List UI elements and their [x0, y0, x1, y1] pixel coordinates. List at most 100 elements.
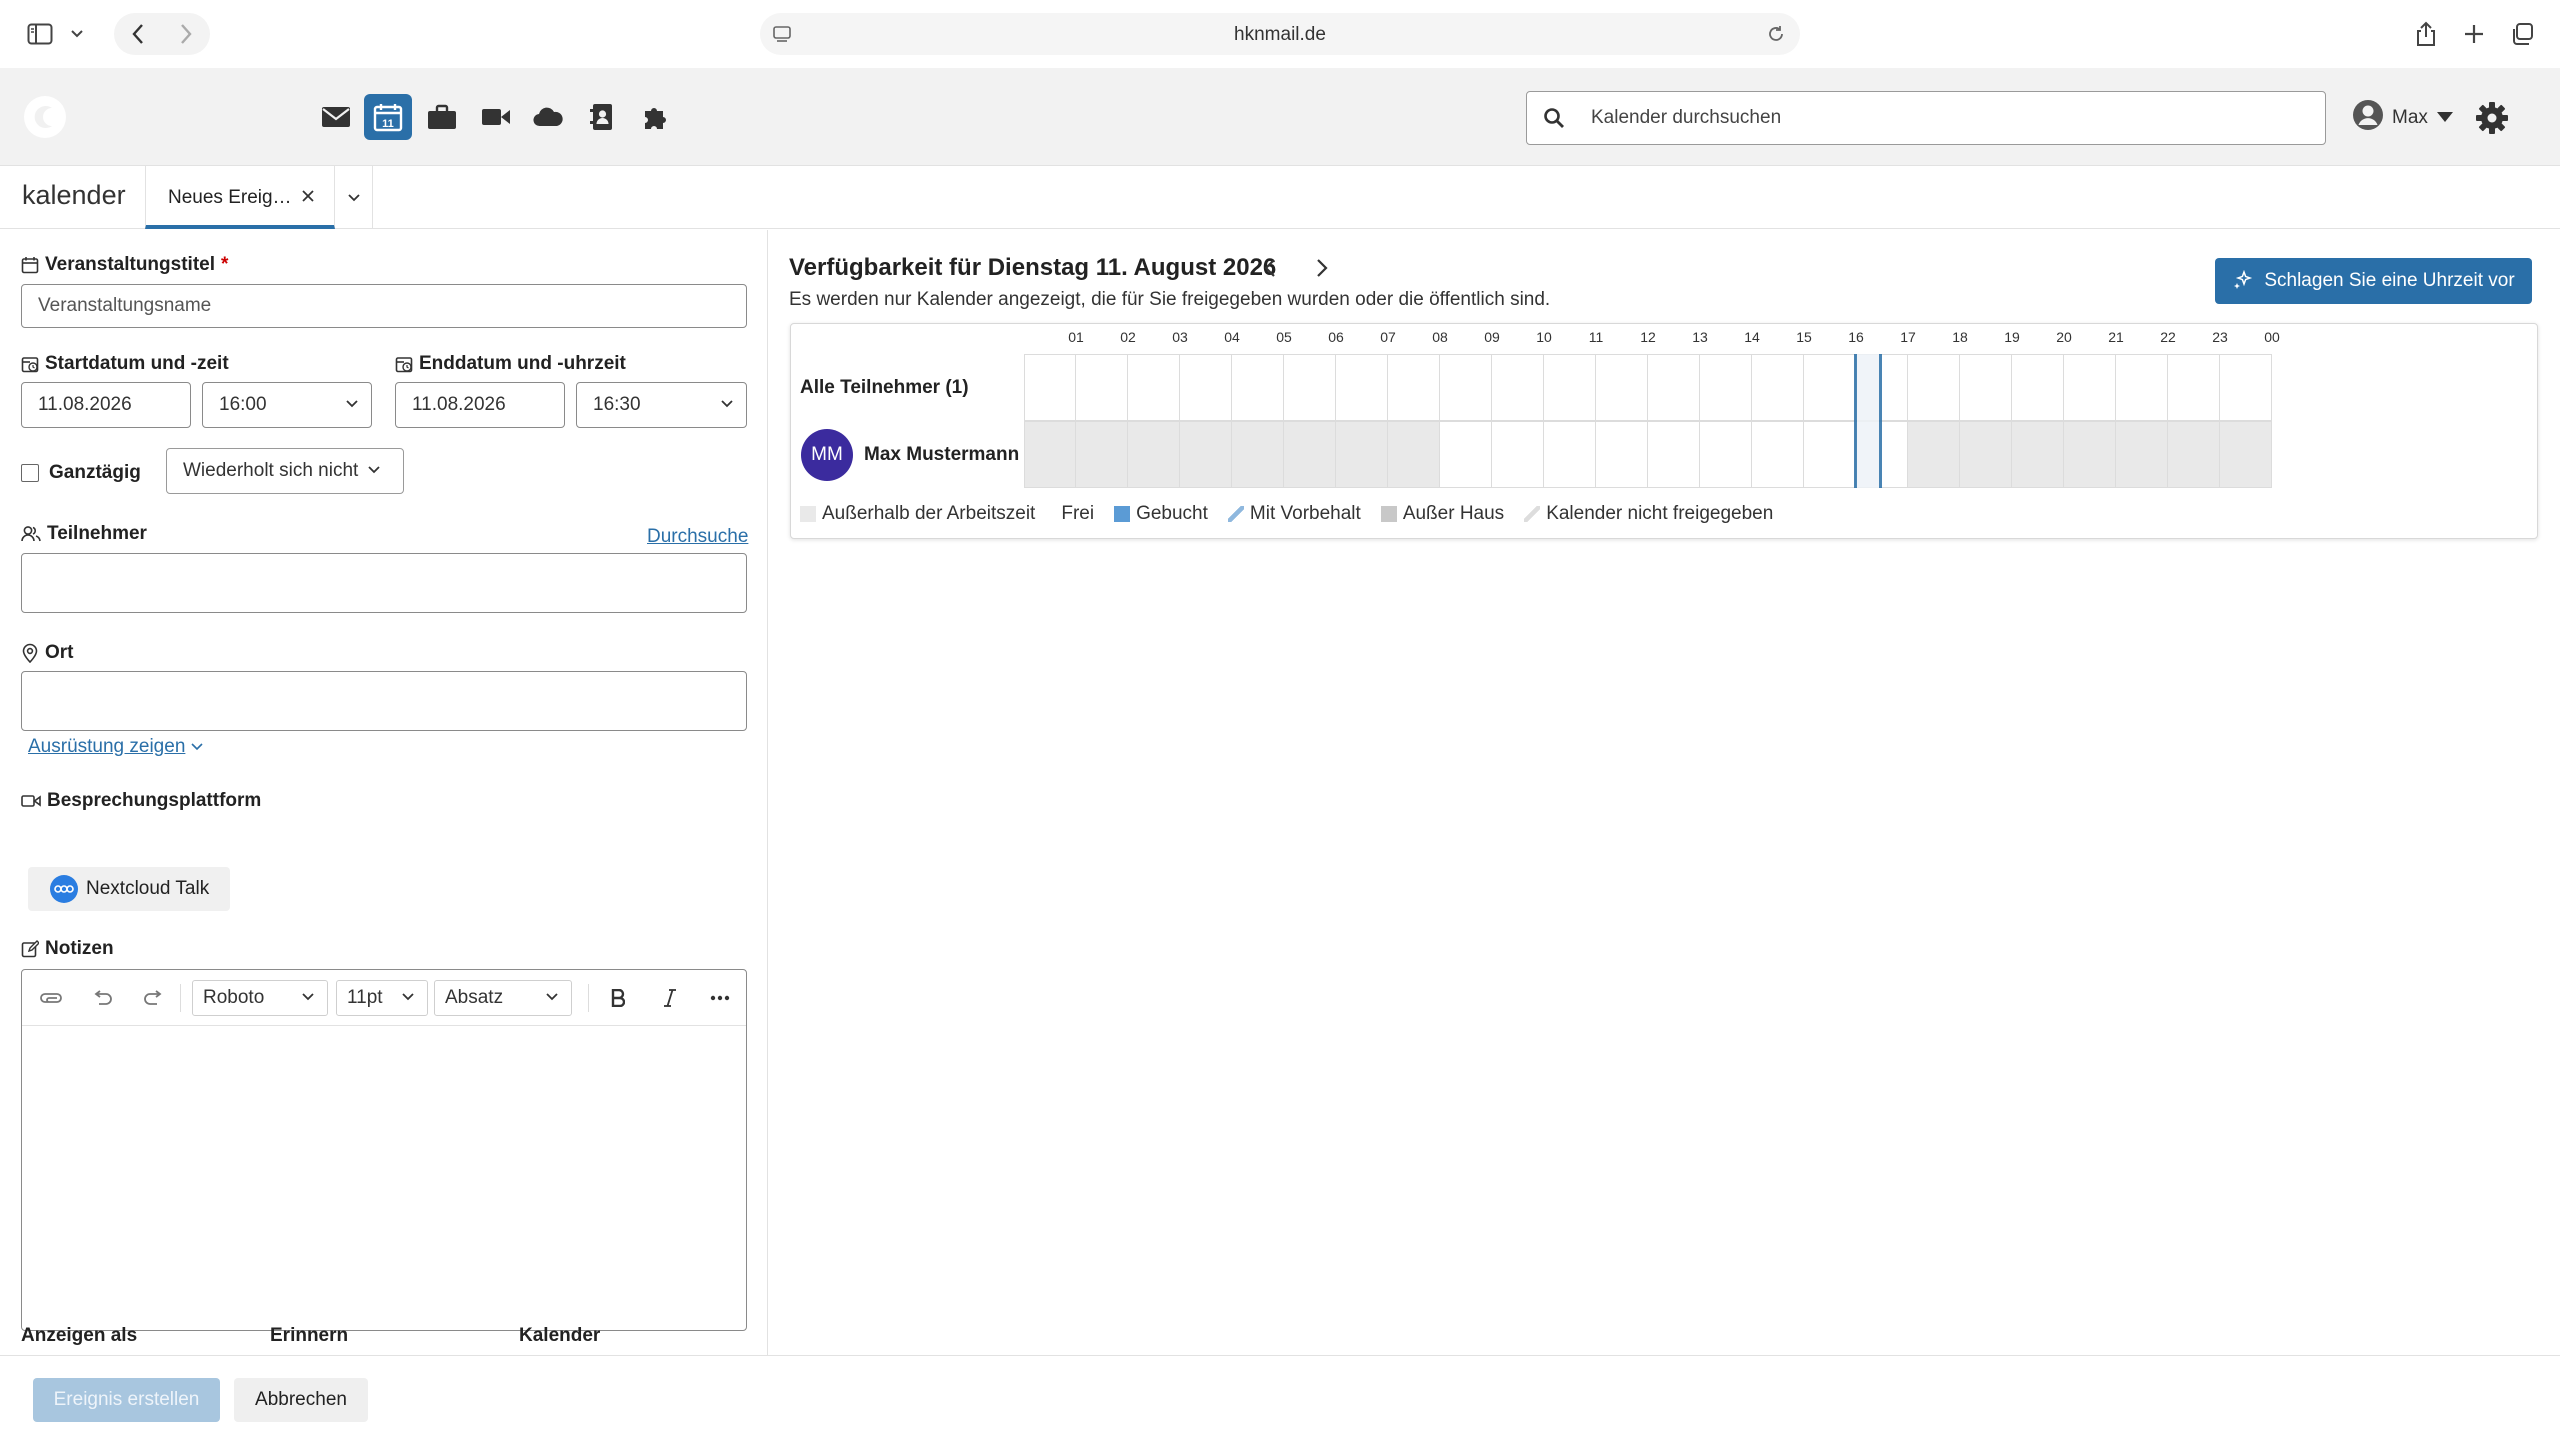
user-menu[interactable]: Max [2352, 100, 2454, 134]
participant-hour-cell[interactable] [1180, 421, 1232, 488]
more-options-icon[interactable] [702, 980, 738, 1016]
logo[interactable] [24, 96, 66, 138]
all-participants-hour-cell[interactable] [1492, 354, 1544, 421]
browse-link[interactable]: Durchsuche [647, 526, 748, 548]
contacts-icon[interactable] [578, 94, 626, 140]
font-family-select[interactable]: Roboto [192, 980, 328, 1016]
all-participants-hour-cell[interactable] [1440, 354, 1492, 421]
participant-hour-cell[interactable] [1440, 421, 1492, 488]
previous-day-icon[interactable] [1256, 254, 1284, 282]
all-participants-hour-cell[interactable] [1076, 354, 1128, 421]
font-size-select[interactable]: 11pt [336, 980, 428, 1016]
participant-hour-cell[interactable] [1596, 421, 1648, 488]
briefcase-icon[interactable] [418, 94, 466, 140]
create-event-button[interactable]: Ereignis erstellen [33, 1378, 220, 1422]
cloud-icon[interactable] [524, 94, 572, 140]
all-participants-hour-cell[interactable] [1180, 354, 1232, 421]
suggest-time-button[interactable]: Schlagen Sie eine Uhrzeit vor [2215, 258, 2532, 304]
app-title[interactable]: kalender [22, 180, 126, 211]
all-participants-hour-cell[interactable] [1284, 354, 1336, 421]
participant-hour-cell[interactable] [1960, 421, 2012, 488]
participant-hour-cell[interactable] [1700, 421, 1752, 488]
participant-hour-cell[interactable] [2116, 421, 2168, 488]
all-participants-hour-cell[interactable] [1596, 354, 1648, 421]
participant-hour-cell[interactable] [2064, 421, 2116, 488]
show-equipment-link[interactable]: Ausrüstung zeigen [28, 736, 203, 758]
video-icon[interactable] [472, 94, 520, 140]
all-participants-hour-cell[interactable] [1544, 354, 1596, 421]
participant-hour-cell[interactable] [2012, 421, 2064, 488]
back-icon[interactable] [122, 14, 154, 54]
participant-hour-cell[interactable] [2220, 421, 2272, 488]
all-participants-hour-cell[interactable] [1388, 354, 1440, 421]
participant-hour-cell[interactable] [1388, 421, 1440, 488]
action-bar: Ereignis erstellen Abbrechen [0, 1355, 2560, 1440]
tab-overview-icon[interactable] [2506, 14, 2538, 54]
location-field[interactable] [21, 671, 747, 731]
participant-hour-cell[interactable] [1284, 421, 1336, 488]
all-participants-hour-cell[interactable] [1024, 354, 1076, 421]
calendar-icon[interactable]: 11 [364, 94, 412, 140]
all-participants-hour-cell[interactable] [1232, 354, 1284, 421]
share-icon[interactable] [2410, 14, 2442, 54]
puzzle-icon[interactable] [632, 94, 680, 140]
end-time-select[interactable]: 16:30 [576, 382, 747, 428]
participant-hour-cell[interactable] [1336, 421, 1388, 488]
all-participants-hour-cell[interactable] [2116, 354, 2168, 421]
participant-hour-cell[interactable] [1752, 421, 1804, 488]
tab-list-dropdown[interactable] [335, 166, 373, 229]
end-date-field[interactable]: 11.08.2026 [395, 382, 565, 428]
participant-hour-cell[interactable] [1076, 421, 1128, 488]
new-tab-icon[interactable] [2458, 14, 2490, 54]
block-format-select[interactable]: Absatz [434, 980, 572, 1016]
allday-checkbox[interactable] [21, 464, 39, 482]
all-participants-hour-cell[interactable] [1960, 354, 2012, 421]
notes-textarea[interactable] [22, 1027, 746, 1327]
all-participants-hour-cell[interactable] [1336, 354, 1388, 421]
all-participants-hour-cell[interactable] [2168, 354, 2220, 421]
start-time-select[interactable]: 16:00 [202, 382, 372, 428]
close-icon[interactable] [296, 184, 320, 208]
all-participants-hour-cell[interactable] [1908, 354, 1960, 421]
reload-icon[interactable] [1766, 24, 1786, 49]
italic-icon[interactable] [652, 980, 688, 1016]
cancel-button[interactable]: Abbrechen [234, 1378, 368, 1422]
mail-icon[interactable] [312, 94, 360, 140]
attachment-icon[interactable] [34, 980, 70, 1016]
all-participants-hour-cell[interactable] [1752, 354, 1804, 421]
nextcloud-talk-button[interactable]: Nextcloud Talk [28, 867, 230, 911]
participant-hour-cell[interactable] [1492, 421, 1544, 488]
all-participants-hour-cell[interactable] [1128, 354, 1180, 421]
block-format-value: Absatz [445, 987, 504, 1008]
all-participants-hour-cell[interactable] [1700, 354, 1752, 421]
participant-hour-cell[interactable] [1128, 421, 1180, 488]
all-participants-hour-cell[interactable] [1648, 354, 1700, 421]
participant-hour-cell[interactable] [1648, 421, 1700, 488]
participant-hour-cell[interactable] [1024, 421, 1076, 488]
redo-icon[interactable] [136, 980, 172, 1016]
forward-icon[interactable] [170, 14, 202, 54]
settings-gear-icon[interactable] [2474, 100, 2510, 141]
participant-hour-cell[interactable] [1908, 421, 1960, 488]
next-day-icon[interactable] [1308, 254, 1336, 282]
participant-hour-cell[interactable] [1232, 421, 1284, 488]
event-title-input[interactable] [38, 295, 746, 317]
undo-icon[interactable] [84, 980, 120, 1016]
search-input[interactable] [1591, 92, 2311, 143]
all-participants-hour-cell[interactable] [1804, 354, 1856, 421]
tab-new-event[interactable]: Neues Ereig… [145, 166, 335, 229]
chevron-down-icon[interactable] [66, 14, 88, 54]
all-participants-hour-cell[interactable] [2012, 354, 2064, 421]
all-participants-hour-cell[interactable] [2064, 354, 2116, 421]
participants-field[interactable] [21, 553, 747, 613]
selected-slot-marker[interactable] [1854, 354, 1882, 488]
sidebar-toggle-icon[interactable] [24, 14, 56, 54]
bold-icon[interactable] [600, 980, 636, 1016]
participant-hour-cell[interactable] [2168, 421, 2220, 488]
repeat-select[interactable]: Wiederholt sich nicht [166, 448, 404, 494]
participant-hour-cell[interactable] [1544, 421, 1596, 488]
participant-hour-cell[interactable] [1804, 421, 1856, 488]
all-participants-hour-cell[interactable] [2220, 354, 2272, 421]
address-bar[interactable]: hknmail.de [760, 13, 1800, 55]
start-date-field[interactable]: 11.08.2026 [21, 382, 191, 428]
